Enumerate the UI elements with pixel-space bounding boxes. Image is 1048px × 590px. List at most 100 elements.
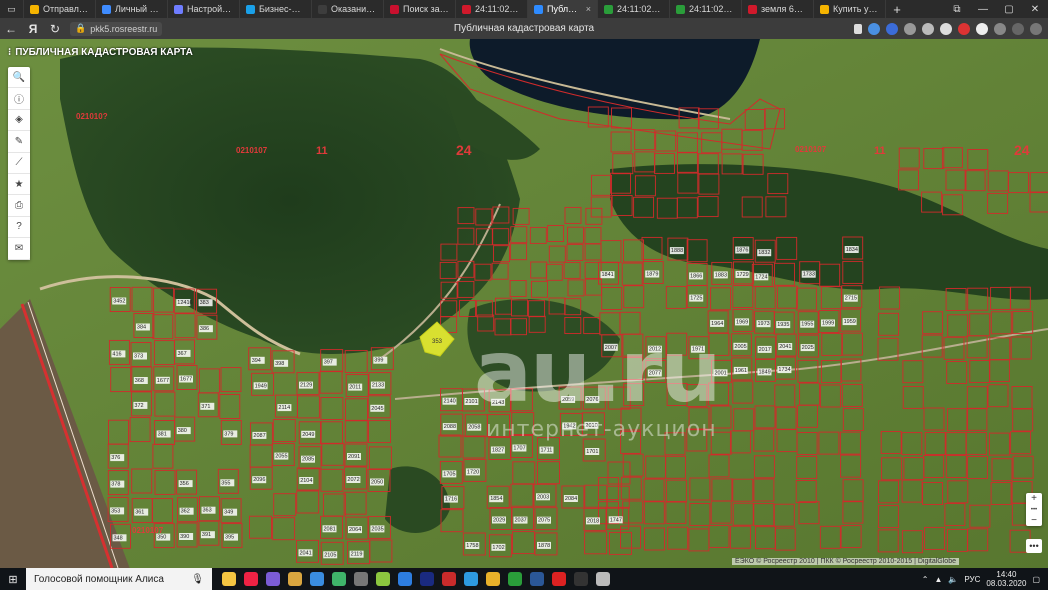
notifications-icon[interactable]: ▢ (1032, 575, 1040, 584)
parcel-number: 2003 (537, 494, 549, 500)
parcel-number: 1878 (538, 543, 550, 549)
browser-tab[interactable]: Купить участок (814, 0, 886, 18)
bookmark-star-icon[interactable] (854, 23, 862, 34)
microphone-icon[interactable]: 🎙 (191, 574, 204, 585)
close-tab-icon[interactable]: × (586, 4, 591, 14)
app-icon[interactable] (310, 572, 324, 586)
info-icon[interactable]: ⓘ (8, 88, 30, 110)
viber-icon[interactable] (266, 572, 280, 586)
tab-label: Настройка заказов (187, 4, 233, 14)
close-button[interactable]: ✕ (1022, 0, 1048, 18)
app-icon[interactable] (464, 572, 478, 586)
app-icon[interactable] (332, 572, 346, 586)
print-icon[interactable]: ⎙ (8, 195, 30, 217)
browser-tab[interactable]: Публичная кадастровая × (528, 0, 598, 18)
zoom-out-button[interactable]: − (1026, 515, 1042, 526)
tab-favicon-icon (102, 4, 111, 14)
extension-icon[interactable] (994, 22, 1006, 35)
back-button[interactable]: ← (0, 22, 22, 36)
photos-icon[interactable] (596, 572, 610, 586)
maximize-button[interactable]: ▢ (996, 0, 1022, 18)
minimize-button[interactable]: — (970, 0, 996, 18)
app-icon[interactable] (376, 572, 390, 586)
menu-icon[interactable]: ⁝ (8, 47, 11, 58)
voice-assistant-search[interactable]: Голосовой помощник Алиса 🎙 (26, 568, 212, 590)
volume-icon[interactable]: 🔈 (948, 575, 958, 584)
zoom-slider[interactable]: ••• (1026, 504, 1042, 515)
parcel-number: 372 (134, 403, 143, 409)
browser-tab[interactable]: 24:11:02101070 (456, 0, 528, 18)
reload-button[interactable]: ↻ (44, 22, 66, 36)
tab-label: Поиск закупок (403, 4, 449, 14)
yandex-browser-icon[interactable] (244, 572, 258, 586)
app-icon[interactable] (508, 572, 522, 586)
acrobat-icon[interactable] (552, 572, 566, 586)
extension-icon[interactable] (976, 22, 988, 35)
word-icon[interactable] (530, 572, 544, 586)
parcel-number: 1888 (671, 248, 683, 254)
zoom-in-button[interactable]: + (1026, 493, 1042, 504)
extension-icon[interactable] (922, 22, 934, 35)
tray-arrow-icon[interactable]: ⌃ (922, 575, 929, 584)
calculator-icon[interactable] (354, 572, 368, 586)
parcel-number: 371 (201, 404, 210, 410)
star-icon[interactable]: ★ (8, 174, 30, 196)
chrome-icon[interactable] (486, 572, 500, 586)
selected-parcel-label: 353 (432, 339, 443, 345)
file-explorer-icon[interactable] (222, 572, 236, 586)
cadastral-map[interactable]: 353 3452 12416 383 384 386 416 373 367 368 1677 16… (0, 39, 1048, 568)
new-tab-button[interactable]: + (886, 0, 908, 18)
downloads-icon[interactable] (1012, 22, 1024, 35)
mail-icon[interactable]: ✉ (8, 238, 30, 260)
app-icon[interactable] (574, 572, 588, 586)
network-icon[interactable]: ▲ (934, 575, 942, 584)
parcel-number: 1999 (822, 321, 834, 327)
extension-icon[interactable] (868, 22, 880, 35)
bookmarks-icon[interactable]: ⧉ (944, 0, 970, 18)
yandex-logo-icon[interactable]: Я (22, 22, 44, 36)
url-field[interactable]: 🔒 pkk5.rosreestr.ru (70, 21, 163, 36)
help-icon[interactable]: ? (8, 217, 30, 239)
pencil-icon[interactable]: ✎ (8, 131, 30, 153)
tab-favicon-icon (390, 4, 399, 14)
browser-tab[interactable]: 24:11:02101070 (598, 0, 670, 18)
parcel-number: 1935 (777, 322, 789, 328)
parcel-number: 380 (178, 428, 187, 434)
browser-tab[interactable]: 24:11:02101070 (670, 0, 742, 18)
extension-icon[interactable] (958, 22, 970, 35)
parcel-number: 376 (111, 455, 120, 461)
measure-icon[interactable]: ⟋ (8, 153, 30, 174)
app-icon[interactable] (442, 572, 456, 586)
edge-icon[interactable] (398, 572, 412, 586)
clock[interactable]: 14:40 08.03.2020 (986, 570, 1026, 588)
windows-start-icon[interactable]: ⊞ (0, 573, 26, 586)
browser-tab[interactable]: земля 6й км (742, 0, 814, 18)
extension-icon[interactable] (904, 22, 916, 35)
language-indicator[interactable]: РУС (964, 575, 980, 584)
more-options-button[interactable]: ••• (1026, 539, 1042, 553)
parcel-number: 2035 (371, 526, 383, 532)
parcel-number: 2119 (351, 552, 363, 558)
browser-tab[interactable]: Оказание имущественной (312, 0, 384, 18)
browser-tab[interactable]: Личный кабинет (96, 0, 168, 18)
browser-tab[interactable]: Бизнес-навигатор (240, 0, 312, 18)
search-icon[interactable]: 🔍 (8, 67, 30, 89)
browser-tab[interactable]: Настройка заказов (168, 0, 240, 18)
browser-tab[interactable]: Отправленные (24, 0, 96, 18)
map-title-text: ПУБЛИЧНАЯ КАДАСТРОВАЯ КАРТА (15, 47, 193, 58)
parcel-number: 2096 (253, 477, 265, 483)
extension-icon[interactable] (940, 22, 952, 35)
lock-icon: 🔒 (75, 23, 87, 33)
browser-tab[interactable]: Поиск закупок (384, 0, 456, 18)
app-icon[interactable] (288, 572, 302, 586)
parcel-number: 362 (181, 509, 190, 515)
extension-icon[interactable] (886, 22, 898, 35)
au-watermark-logo: au.ru (474, 322, 722, 422)
app-icon[interactable] (420, 572, 434, 586)
parcel-number: 399 (374, 358, 383, 364)
map-canvas[interactable]: 353 3452 12416 383 384 386 416 373 367 368 1677 16… (0, 39, 1048, 568)
window-menu-icon[interactable]: ▭ (0, 0, 24, 18)
menu-icon[interactable] (1030, 22, 1042, 35)
parcel-number: 1849 (759, 369, 771, 375)
layers-icon[interactable]: ◈ (8, 110, 30, 132)
